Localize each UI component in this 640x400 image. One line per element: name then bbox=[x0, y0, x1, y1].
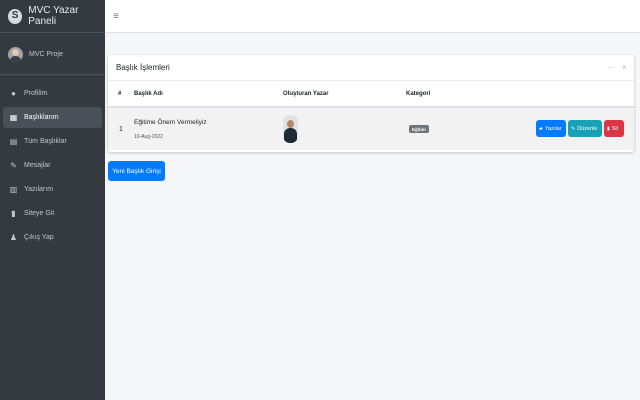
user-icon: ♟ bbox=[9, 233, 18, 242]
card-header: Başlık İşlemleri – x bbox=[108, 55, 634, 81]
avatar bbox=[8, 47, 23, 62]
delete-button-label: Sil bbox=[611, 125, 618, 132]
sidebar-item-label: Siteye Git bbox=[24, 210, 55, 217]
row-date: 10-Aug-2022 bbox=[134, 134, 163, 140]
column-header-category: Kategori bbox=[406, 90, 431, 97]
sidebar-item-label: Profilim bbox=[24, 90, 48, 97]
edit-icon: ✎ bbox=[10, 161, 17, 170]
sidebar-item-siteye-git[interactable]: ▮ Siteye Git bbox=[3, 203, 102, 224]
author-avatar bbox=[283, 115, 298, 143]
folder-icon: ▰ bbox=[539, 125, 543, 132]
close-icon[interactable]: x bbox=[623, 64, 627, 71]
sidebar-item-label: Çıkış Yap bbox=[24, 234, 54, 241]
column-header-author: Oluşturan Yazar bbox=[283, 90, 329, 97]
column-header-number: # bbox=[118, 90, 122, 97]
user-name: MVC Proje bbox=[29, 51, 63, 58]
table-row: 1 Eğitime Önem Vermeliyiz 10-Aug-2022 Eğ… bbox=[108, 108, 634, 150]
row-actions: ▰ Yazılar ✎ Düzenle ▮ Sil bbox=[536, 120, 624, 137]
sidebar-item-mesajlar[interactable]: ✎ Mesajlar bbox=[3, 155, 102, 176]
sidebar-item-basliklarim[interactable]: ▦ Başlıklarım bbox=[3, 107, 102, 128]
palette-icon: ● bbox=[11, 89, 16, 98]
sidebar: S MVC Yazar Paneli MVC Proje ● Profilim … bbox=[0, 0, 105, 400]
book-icon: ▮ bbox=[11, 209, 16, 218]
row-number: 1 bbox=[119, 126, 123, 133]
category-badge: Eğitim bbox=[409, 125, 429, 133]
sidebar-nav: ● Profilim ▦ Başlıklarım ▤ Tüm Başlıklar… bbox=[0, 83, 105, 248]
sidebar-item-tum-basliklar[interactable]: ▤ Tüm Başlıklar bbox=[3, 131, 102, 152]
brand-logo-icon: S bbox=[8, 8, 23, 24]
calendar-icon: ▥ bbox=[9, 185, 18, 194]
table-header: # Başlık Adı Oluşturan Yazar Kategori bbox=[108, 81, 634, 108]
posts-button-label: Yazılar bbox=[544, 125, 562, 132]
grid-icon: ▦ bbox=[9, 113, 18, 122]
sidebar-item-label: Mesajlar bbox=[24, 162, 51, 169]
sidebar-item-cikis-yap[interactable]: ♟ Çıkış Yap bbox=[3, 227, 102, 248]
user-panel[interactable]: MVC Proje bbox=[0, 35, 105, 75]
list-icon: ▤ bbox=[9, 137, 18, 146]
sidebar-item-label: Tüm Başlıklar bbox=[24, 138, 67, 145]
sidebar-item-label: Yazılarım bbox=[24, 186, 54, 193]
sidebar-item-label: Başlıklarım bbox=[24, 114, 59, 121]
row-title: Eğitime Önem Vermeliyiz bbox=[134, 119, 207, 126]
brand-link[interactable]: S MVC Yazar Paneli bbox=[0, 0, 105, 33]
delete-button[interactable]: ▮ Sil bbox=[604, 120, 624, 137]
topbar: ≡ bbox=[105, 0, 640, 33]
new-title-button[interactable]: Yeni Başlık Girişi bbox=[108, 161, 165, 181]
collapse-icon[interactable]: – bbox=[609, 64, 613, 71]
brand-title: MVC Yazar Paneli bbox=[28, 5, 79, 27]
card-title: Başlık İşlemleri bbox=[116, 63, 170, 72]
edit-button-label: Düzenle bbox=[577, 125, 598, 132]
trash-icon: ▮ bbox=[607, 125, 610, 132]
pencil-icon: ✎ bbox=[571, 125, 576, 132]
sidebar-item-yazilarim[interactable]: ▥ Yazılarım bbox=[3, 179, 102, 200]
hamburger-icon[interactable]: ≡ bbox=[113, 11, 119, 22]
sidebar-item-profilim[interactable]: ● Profilim bbox=[3, 83, 102, 104]
posts-button[interactable]: ▰ Yazılar bbox=[536, 120, 566, 137]
edit-button[interactable]: ✎ Düzenle bbox=[568, 120, 602, 137]
card-tools: – x bbox=[609, 64, 626, 71]
titles-card: Başlık İşlemleri – x # Başlık Adı Oluştu… bbox=[108, 55, 634, 152]
column-header-title: Başlık Adı bbox=[134, 90, 163, 97]
